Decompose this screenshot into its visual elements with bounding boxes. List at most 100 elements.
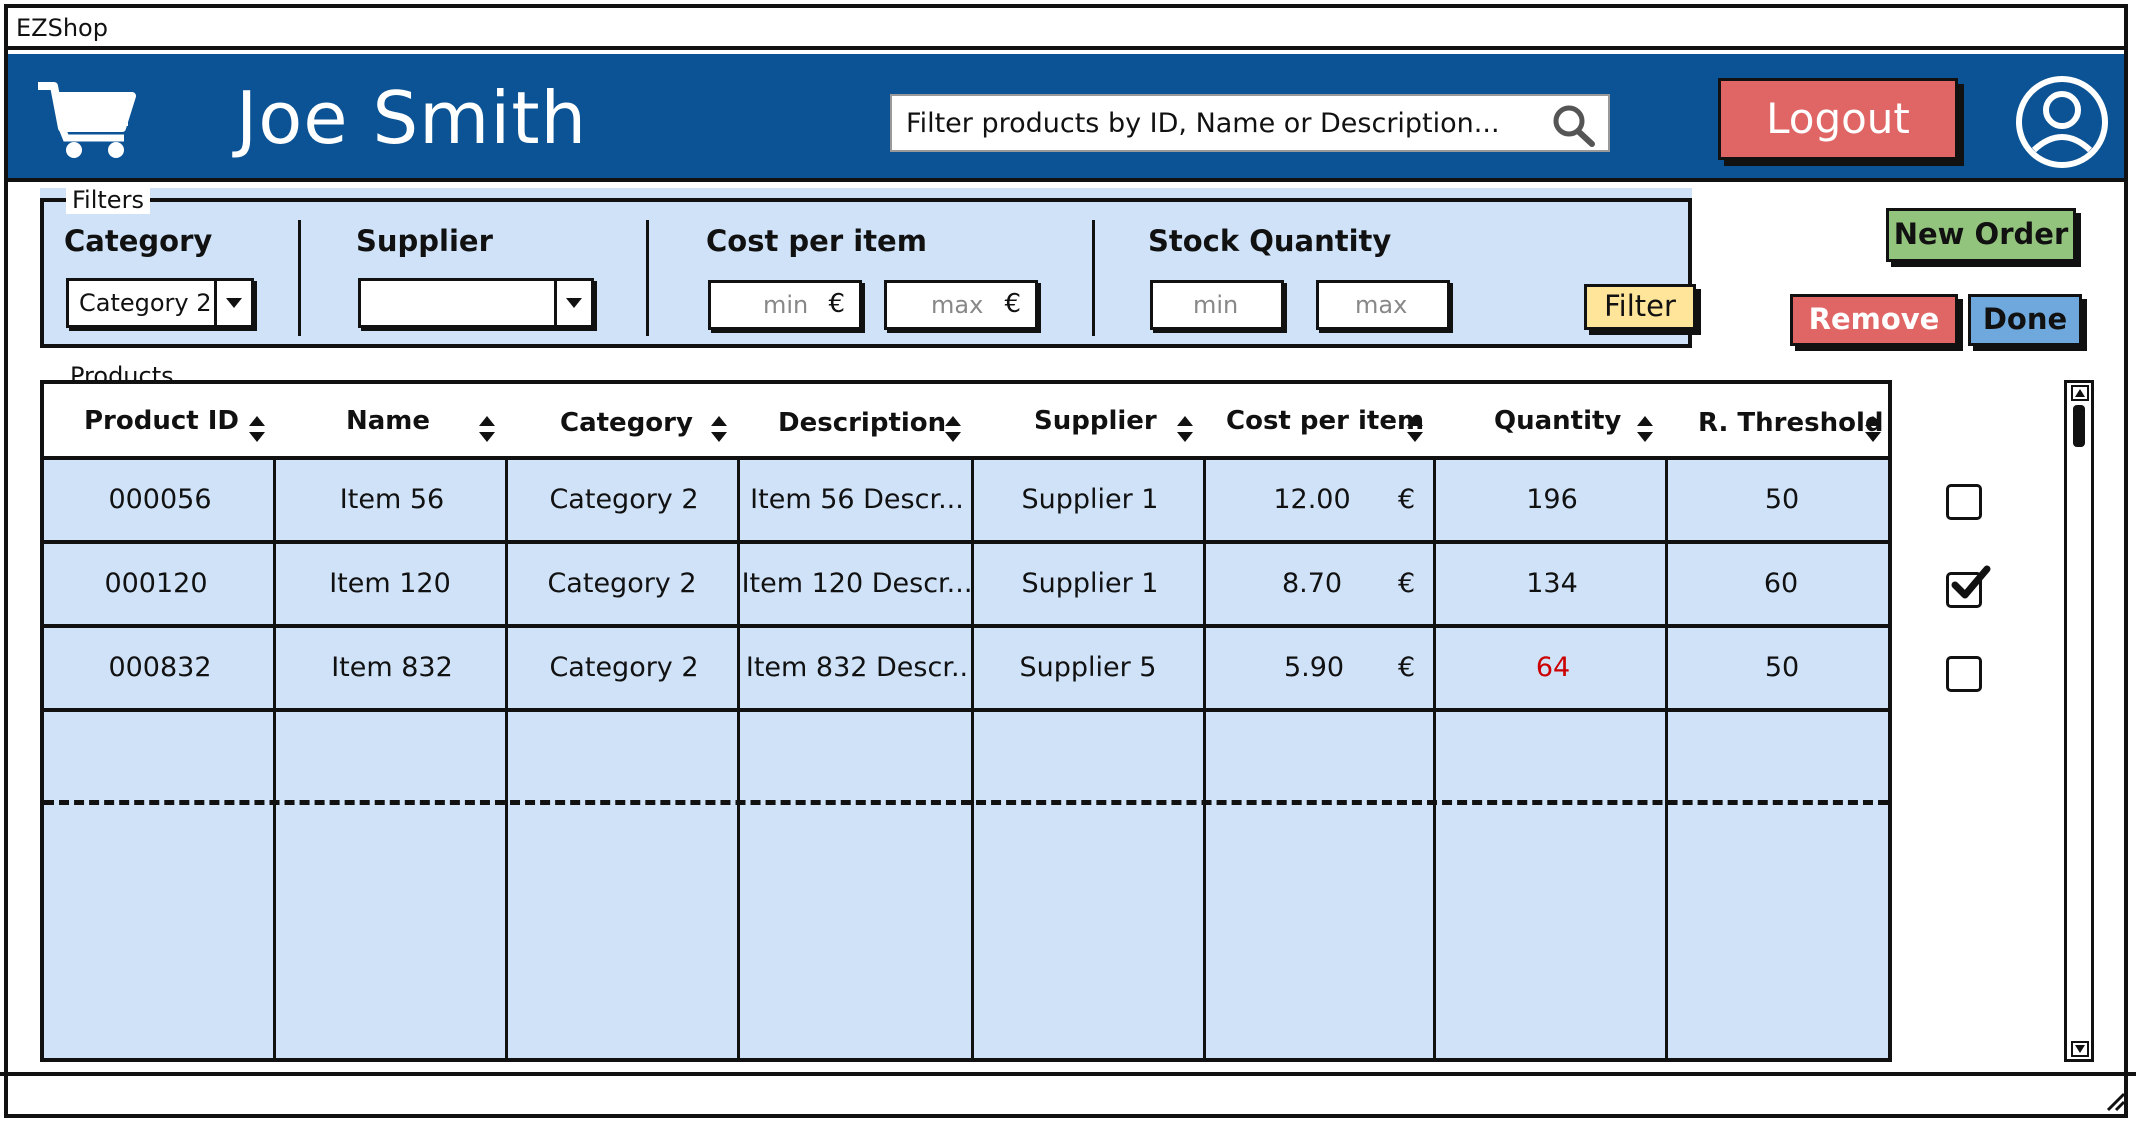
stock-min-input[interactable]: min [1150,280,1284,330]
sort-icon[interactable] [710,414,728,444]
column-header-threshold[interactable]: R. Threshold [1668,384,1892,456]
search-input[interactable]: Filter products by ID, Name or Descripti… [890,94,1610,152]
cell-description: Item 832 Descr.. [745,652,969,683]
cell-threshold: 50 [1764,484,1800,515]
user-name: Joe Smith [236,76,588,160]
euro-icon: € [1398,484,1416,515]
done-button[interactable]: Done [1968,294,2082,346]
user-avatar-icon[interactable] [2012,72,2112,172]
resize-grip-icon[interactable] [2104,1090,2126,1112]
logout-button[interactable]: Logout [1718,78,1958,160]
search-icon[interactable] [1550,102,1598,148]
category-dropdown-value: Category 2 [79,289,212,317]
column-header-product-id[interactable]: Product ID [44,384,276,456]
cell-threshold: 60 [1763,568,1799,599]
cell-product-id: 000832 [108,652,212,683]
cell-cost: 8.70 [1281,568,1343,599]
supplier-dropdown[interactable] [358,278,594,328]
column-header-description[interactable]: Description [740,384,974,456]
more-rows-indicator [44,800,1888,805]
euro-icon: € [828,289,845,319]
sort-icon[interactable] [944,414,962,444]
sort-icon[interactable] [248,414,266,444]
cell-description: Item 120 Descr... [741,568,973,599]
table-row[interactable]: 000056 Item 56 Category 2 Item 56 Descr.… [44,460,1888,544]
cell-product-id: 000056 [108,484,212,515]
cell-quantity: 134 [1526,568,1578,599]
category-dropdown[interactable]: Category 2 [66,278,254,328]
stock-max-input[interactable]: max [1316,280,1450,330]
category-filter-label: Category [64,224,213,258]
supplier-filter-label: Supplier [356,224,493,258]
cell-threshold: 50 [1764,652,1800,683]
cell-supplier: Supplier 5 [1019,652,1157,683]
cell-product-id: 000120 [104,568,208,599]
column-header-name[interactable]: Name [276,384,508,456]
column-header-label: R. Threshold [1698,408,1884,438]
column-header-label: Description [778,408,947,438]
column-header-label: Category [560,408,693,438]
table-row[interactable]: 000832 Item 832 Category 2 Item 832 Desc… [44,628,1888,712]
cell-cost: 5.90 [1283,652,1345,683]
filter-button[interactable]: Filter [1584,284,1696,330]
scroll-down-icon[interactable] [2071,1041,2089,1057]
row-checkbox-checked[interactable] [1946,565,1991,608]
table-header: Product ID Name Category Description Sup… [44,384,1888,460]
cell-quantity-low-stock: 64 [1535,652,1571,683]
header-bar: Joe Smith Filter products by ID, Name or… [8,54,2124,182]
column-header-cost[interactable]: Cost per item [1206,384,1436,456]
remove-button[interactable]: Remove [1790,294,1958,346]
cell-supplier: Supplier 1 [1021,568,1159,599]
filter-divider [298,220,301,336]
cell-name: Item 832 [331,652,453,683]
sort-icon[interactable] [1176,414,1194,444]
search-placeholder: Filter products by ID, Name or Descripti… [906,108,1500,139]
scrollbar-thumb[interactable] [2073,405,2085,447]
cell-supplier: Supplier 1 [1021,484,1159,515]
stock-filter-label: Stock Quantity [1148,224,1392,258]
cost-min-input[interactable]: min € [708,280,862,330]
table-row[interactable]: 000120 Item 120 Category 2 Item 120 Desc… [44,544,1888,628]
euro-icon: € [1004,289,1021,319]
column-header-label: Quantity [1494,406,1622,436]
column-header-label: Cost per item [1226,406,1425,436]
column-header-label: Product ID [84,406,240,436]
checkmark-icon [1951,565,1991,599]
cost-max-placeholder: max [931,291,984,319]
euro-icon: € [1398,652,1416,683]
filter-divider [646,220,649,336]
stock-max-placeholder: max [1355,291,1408,319]
sort-icon[interactable] [1636,414,1654,444]
sort-icon[interactable] [1864,414,1882,444]
filters-legend: Filters [66,186,150,214]
cell-cost: 12.00 [1273,484,1351,515]
filters-panel: Filters Category Category 2 Supplier Cos… [40,186,1696,348]
cell-name: Item 120 [329,568,451,599]
column-header-category[interactable]: Category [508,384,740,456]
cell-name: Item 56 [339,484,445,515]
chevron-down-icon[interactable] [214,281,251,325]
products-table: Product ID Name Category Description Sup… [40,380,1892,1062]
new-order-button[interactable]: New Order [1886,208,2076,262]
column-header-supplier[interactable]: Supplier [974,384,1206,456]
stock-min-placeholder: min [1193,291,1239,319]
status-bar-divider [0,1072,2136,1076]
cell-category: Category 2 [547,568,697,599]
cost-filter-label: Cost per item [706,224,927,258]
vertical-scrollbar[interactable] [2064,380,2094,1062]
euro-icon: € [1398,568,1416,599]
row-checkbox[interactable] [1946,484,1982,520]
sort-icon[interactable] [478,414,496,444]
cart-icon [38,82,136,158]
scroll-up-icon[interactable] [2071,385,2089,401]
row-checkbox[interactable] [1946,656,1982,692]
cell-category: Category 2 [549,484,699,515]
window-title: EZShop [8,8,2124,50]
cost-min-placeholder: min [763,291,809,319]
sort-icon[interactable] [1406,414,1424,444]
cost-max-input[interactable]: max € [884,280,1038,330]
column-header-quantity[interactable]: Quantity [1436,384,1668,456]
chevron-down-icon[interactable] [554,281,591,325]
column-header-label: Name [346,406,431,436]
cell-category: Category 2 [549,652,699,683]
